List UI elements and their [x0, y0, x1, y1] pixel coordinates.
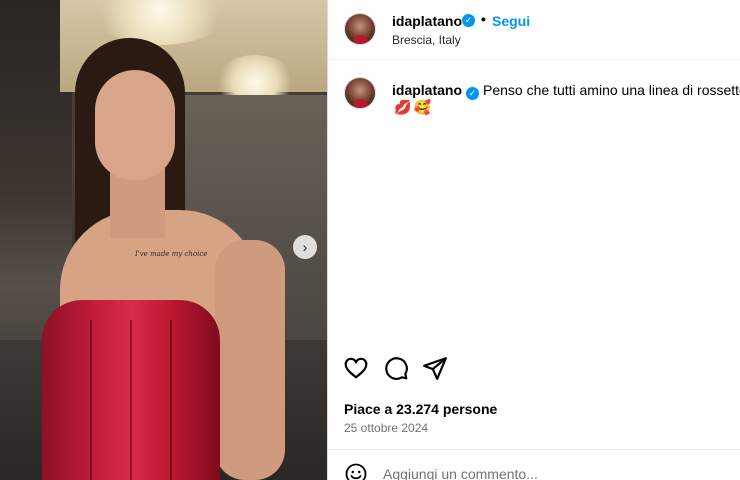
- woman-arm: [215, 240, 285, 480]
- smiling-hearts-emoji: 🥰: [413, 99, 431, 115]
- corset-seam: [90, 320, 92, 480]
- post-date[interactable]: 25 ottobre 2024: [344, 421, 428, 435]
- post-header: idaplatano ✓ • Segui Brescia, Italy: [328, 0, 740, 60]
- header-username[interactable]: idaplatano: [392, 13, 462, 29]
- likes-count[interactable]: Piace a 23.274 persone: [344, 401, 497, 417]
- chevron-right-icon: ›: [302, 239, 308, 255]
- paper-plane-icon: [423, 357, 447, 380]
- share-button[interactable]: [422, 355, 448, 381]
- location-link[interactable]: Brescia, Italy: [392, 33, 461, 47]
- emoji-button[interactable]: [344, 462, 368, 480]
- caption-avatar[interactable]: [344, 77, 376, 109]
- heart-icon: [344, 357, 368, 379]
- caption-area: [328, 60, 740, 350]
- corset-seam: [170, 320, 172, 480]
- corset-seam: [130, 320, 132, 480]
- comment-input[interactable]: [383, 463, 713, 480]
- action-bar: [328, 355, 740, 389]
- comment-bubble-icon: [385, 357, 408, 380]
- caption-line: idaplatano ✓ Penso che tutti amino una lin…: [392, 82, 740, 100]
- woman-face: [95, 70, 175, 180]
- avatar[interactable]: [344, 13, 376, 45]
- tattoo-text: I've made my choice: [135, 250, 208, 258]
- post-side-panel: idaplatano ✓ • Segui Brescia, Italy idap…: [327, 0, 740, 480]
- caption-username[interactable]: idaplatano: [392, 82, 462, 98]
- verified-badge-icon: ✓: [466, 87, 480, 100]
- comment-bar: [328, 449, 740, 480]
- follow-button[interactable]: Segui: [492, 13, 530, 29]
- verified-badge-icon: ✓: [462, 14, 475, 27]
- carousel-next-button[interactable]: ›: [293, 235, 317, 259]
- post-photo[interactable]: I've made my choice ›: [0, 0, 327, 480]
- caption-text: Penso che tutti amino una linea di rosse…: [483, 82, 740, 98]
- kiss-emoji: 💋: [394, 99, 412, 115]
- separator-dot: •: [481, 11, 486, 27]
- comment-button[interactable]: [383, 355, 409, 381]
- caption-emojis: 💋 🥰: [394, 99, 433, 116]
- like-button[interactable]: [343, 355, 369, 381]
- smiley-icon: [345, 463, 367, 480]
